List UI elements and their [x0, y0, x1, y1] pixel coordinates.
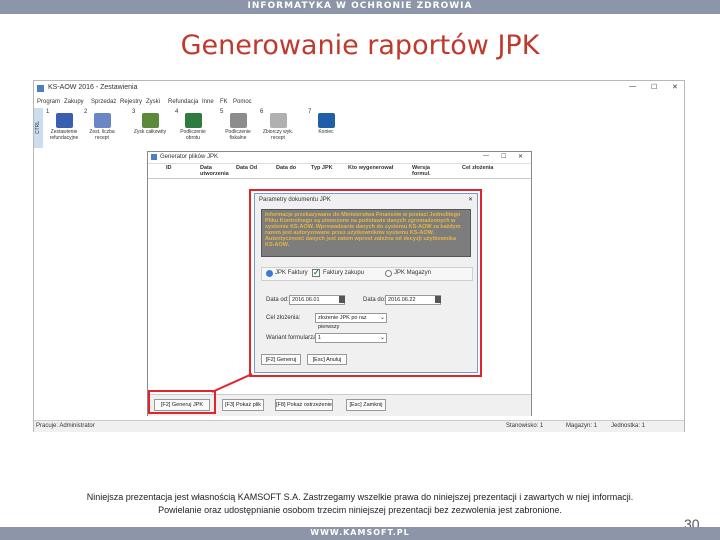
- connector-line: [211, 373, 253, 393]
- highlight-connector: [211, 373, 253, 393]
- slide-footer-text: WWW.KAMSOFT.PL: [310, 528, 410, 537]
- disclaimer-line-1: Niniejsza prezentacja jest własnością KA…: [86, 492, 634, 502]
- disclaimer-line-2: Powielanie oraz udostępnianie osobom trz…: [158, 505, 562, 515]
